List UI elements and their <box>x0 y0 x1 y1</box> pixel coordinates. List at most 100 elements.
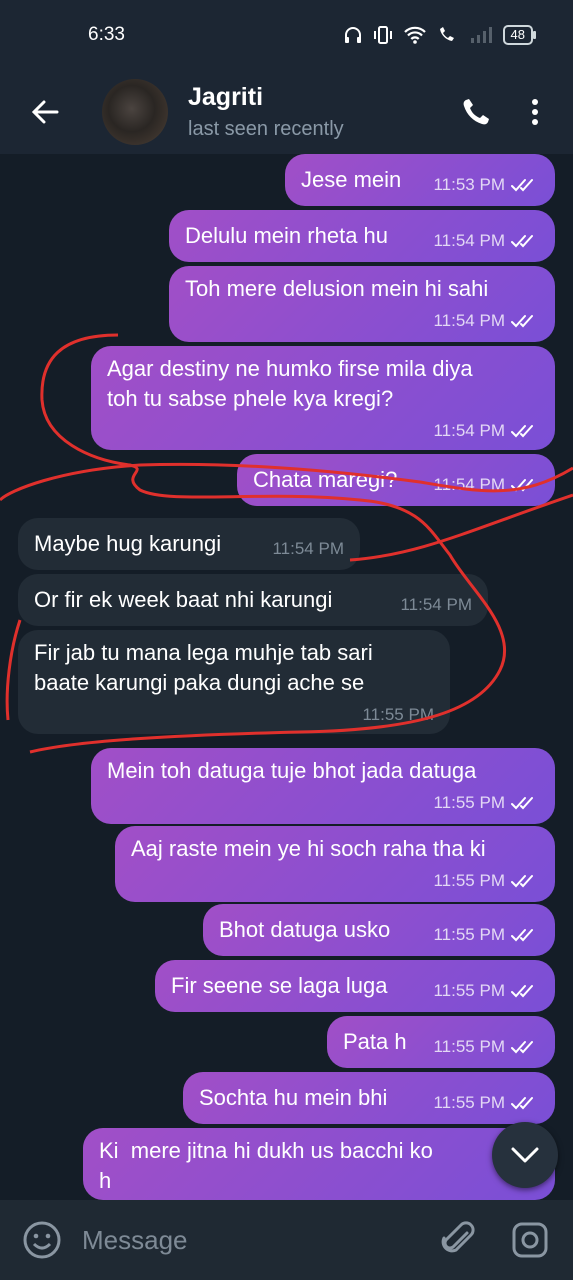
message-text: Bhot datuga usko <box>219 917 391 942</box>
message-list[interactable]: Jese mein 11:53 PM Delulu mein rheta hu 11:… <box>0 154 573 1200</box>
phone-icon <box>463 99 489 125</box>
message-meta-row: 11:55 PM <box>34 698 434 730</box>
message-bubble[interactable]: Jese mein 11:53 PM <box>285 154 555 206</box>
wifi-call-icon <box>439 27 454 41</box>
message-time: 11:54 PM <box>433 231 505 250</box>
message-text: Pata h <box>343 1029 407 1054</box>
back-arrow-icon <box>31 100 59 124</box>
message-bubble[interactable]: Or fir ek week baat nhi karungi 11:54 PM <box>18 574 488 626</box>
double-check-icon <box>511 875 533 888</box>
message-meta-row: 11:54 PM <box>185 304 539 336</box>
attach-button[interactable] <box>433 1215 483 1265</box>
message-meta: 11:54 PM <box>433 226 539 256</box>
chevron-down-icon <box>511 1147 539 1163</box>
avatar[interactable] <box>102 79 168 145</box>
message-text: Mein toh datuga tuje bhot jada datuga <box>107 758 477 783</box>
message-meta: 11:54 PM <box>433 306 539 336</box>
double-check-icon <box>511 235 533 248</box>
message-input[interactable]: Message <box>82 1225 411 1256</box>
camera-button[interactable] <box>505 1215 555 1265</box>
double-check-icon <box>511 929 533 942</box>
message-meta-row: 11:55 PM <box>107 786 539 818</box>
status-time: 6:33 <box>88 24 125 45</box>
message-time: 11:55 PM <box>433 1093 505 1112</box>
message-time: 11:53 PM <box>433 175 505 194</box>
contact-status: last seen recently <box>188 118 344 140</box>
message-meta: 11:53 PM <box>433 170 539 200</box>
message-meta: 11:55 PM <box>433 976 539 1006</box>
wifi-icon <box>403 26 426 44</box>
headphones-icon <box>344 27 361 43</box>
double-check-icon <box>511 1041 533 1054</box>
more-menu-button[interactable] <box>505 70 565 154</box>
message-bubble[interactable]: Delulu mein rheta hu 11:54 PM <box>169 210 555 262</box>
message-bubble[interactable]: Chata maregi? 11:54 PM <box>237 454 555 506</box>
message-meta-row: 11:55 PM <box>131 864 539 896</box>
message-bubble[interactable]: Mein toh datuga tuje bhot jada datuga 11:… <box>91 748 555 824</box>
message-meta: 11:54 PM <box>433 470 539 500</box>
message-input-bar: Message <box>0 1200 573 1280</box>
message-meta: 11:55 PM <box>433 1088 539 1118</box>
message-text: Chata maregi? <box>253 467 398 492</box>
message-text: Or fir ek week baat nhi karungi <box>34 587 333 612</box>
message-bubble[interactable]: Toh mere delusion mein hi sahi 11:54 PM <box>169 266 555 342</box>
message-meta: 11:55 PM <box>433 866 539 896</box>
message-text: Toh mere delusion mein hi sahi <box>185 276 489 301</box>
message-meta-row: 11:54 PM <box>107 414 539 446</box>
chat-title[interactable]: Jagriti last seen recently <box>188 83 445 141</box>
message-text: Agar destiny ne humko firse mila diya to… <box>107 356 473 411</box>
message-meta: 11:55 PM <box>433 1032 539 1062</box>
message-time: 11:54 PM <box>400 595 472 614</box>
double-check-icon <box>511 797 533 810</box>
message-text: Jese mein <box>301 167 402 192</box>
emoji-icon[interactable] <box>22 1220 62 1260</box>
double-check-icon <box>511 315 533 328</box>
message-text: Delulu mein rheta hu <box>185 223 389 248</box>
message-bubble[interactable]: Ki mere jitna hi dukh us bacchi ko hedit… <box>83 1128 555 1200</box>
battery-icon: 48 <box>502 25 537 45</box>
signal-icon <box>470 27 492 43</box>
double-check-icon <box>511 479 533 492</box>
message-text: Sochta hu mein bhi <box>199 1085 388 1110</box>
message-bubble[interactable]: Fir seene se laga luga 11:55 PM <box>155 960 555 1012</box>
message-bubble[interactable]: Sochta hu mein bhi 11:55 PM <box>183 1072 555 1124</box>
attach-icon <box>441 1221 475 1253</box>
message-bubble[interactable]: Fir jab tu mana lega muhje tab sari baat… <box>18 630 450 734</box>
double-check-icon <box>511 1097 533 1110</box>
message-text: Ki mere jitna hi dukh us bacchi ko h <box>99 1138 433 1193</box>
vibrate-icon <box>373 26 392 44</box>
message-bubble[interactable]: Agar destiny ne humko firse mila diya to… <box>91 346 555 450</box>
status-icons: 48 <box>343 25 537 45</box>
message-time: 11:55 PM <box>433 981 505 1000</box>
more-vert-icon <box>532 99 538 125</box>
message-time: 11:54 PM <box>433 475 505 494</box>
message-time: 11:54 PM <box>433 421 505 440</box>
double-check-icon <box>511 985 533 998</box>
message-time: 11:55 PM <box>433 871 505 890</box>
message-bubble[interactable]: Aaj raste mein ye hi soch raha tha ki 11:… <box>115 826 555 902</box>
message-time: 11:54 PM <box>433 311 505 330</box>
message-time: 11:55 PM <box>433 793 505 812</box>
message-time: 11:54 PM <box>272 539 344 558</box>
message-bubble[interactable]: Maybe hug karungi 11:54 PM <box>18 518 360 570</box>
status-bar: 6:33 48 <box>0 0 573 70</box>
message-meta: 11:55 PM <box>433 920 539 950</box>
message-time: 11:55 PM <box>362 705 434 724</box>
message-meta: 11:54 PM <box>400 590 472 620</box>
back-button[interactable] <box>0 70 90 154</box>
contact-name: Jagriti <box>188 83 264 111</box>
message-bubble[interactable]: Bhot datuga usko 11:55 PM <box>203 904 555 956</box>
double-check-icon <box>511 425 533 438</box>
double-check-icon <box>511 179 533 192</box>
message-text: Maybe hug karungi <box>34 531 222 556</box>
camera-icon <box>512 1222 548 1258</box>
message-meta: 11:54 PM <box>433 416 539 446</box>
message-text: Fir seene se laga luga <box>171 973 388 998</box>
message-text: Aaj raste mein ye hi soch raha tha ki <box>131 836 486 861</box>
scroll-down-button[interactable] <box>492 1122 558 1188</box>
message-bubble[interactable]: Pata h 11:55 PM <box>327 1016 555 1068</box>
message-time: 11:55 PM <box>433 1037 505 1056</box>
message-meta: 11:54 PM <box>272 534 344 564</box>
call-button[interactable] <box>445 70 505 154</box>
message-text: Fir jab tu mana lega muhje tab sari baat… <box>34 640 373 695</box>
